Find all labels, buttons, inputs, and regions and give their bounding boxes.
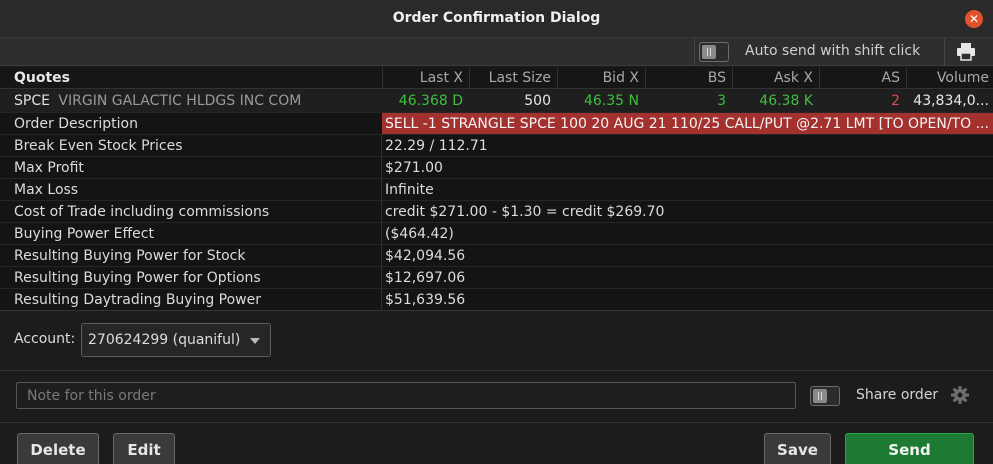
close-icon[interactable]: ✕ — [965, 10, 983, 28]
printer-icon[interactable] — [955, 42, 977, 62]
section-divider — [0, 370, 993, 371]
detail-value: $42,094.56 — [385, 248, 466, 264]
send-button[interactable]: Send — [845, 433, 974, 464]
toolbar-divider — [694, 38, 695, 66]
column-divider — [381, 201, 382, 223]
detail-label: Order Description — [14, 116, 138, 132]
column-divider — [381, 179, 382, 201]
section-divider — [0, 310, 993, 311]
quotes-header: Quotes Last X Last Size Bid X BS Ask X A… — [0, 67, 993, 89]
column-divider — [381, 245, 382, 267]
chevron-down-icon — [250, 338, 260, 344]
detail-label: Resulting Buying Power for Stock — [14, 248, 246, 264]
detail-label: Break Even Stock Prices — [14, 138, 183, 154]
detail-row-order-description: Order Description SELL -1 STRANGLE SPCE … — [0, 112, 993, 135]
col-ask-x[interactable]: Ask X — [732, 67, 819, 89]
detail-label: Max Loss — [14, 182, 79, 198]
detail-value: Infinite — [385, 182, 434, 198]
detail-value: credit $271.00 - $1.30 = credit $269.70 — [385, 204, 665, 220]
order-note-input[interactable] — [16, 382, 796, 409]
detail-value: ($464.42) — [385, 226, 454, 242]
gear-icon[interactable] — [950, 385, 970, 405]
toggle-knob — [813, 389, 827, 403]
detail-label: Cost of Trade including commissions — [14, 204, 270, 220]
quote-row: SPCE VIRGIN GALACTIC HLDGS INC COM 46.36… — [0, 90, 993, 112]
detail-row-break-even: Break Even Stock Prices 22.29 / 112.71 — [0, 134, 993, 157]
detail-row-max-profit: Max Profit $271.00 — [0, 156, 993, 179]
quote-as: 2 — [891, 93, 900, 109]
dialog-title: Order Confirmation Dialog — [392, 10, 601, 26]
col-last-size[interactable]: Last Size — [469, 67, 557, 89]
quote-last-x: 46.368 D — [398, 93, 463, 109]
detail-row-bp-stock: Resulting Buying Power for Stock $42,094… — [0, 244, 993, 267]
auto-send-toggle[interactable] — [699, 42, 729, 62]
column-divider — [381, 135, 382, 157]
detail-row-buying-power-effect: Buying Power Effect ($464.42) — [0, 222, 993, 245]
detail-value: $271.00 — [385, 160, 443, 176]
quote-bs: 3 — [717, 93, 726, 109]
detail-value: $12,697.06 — [385, 270, 466, 286]
title-bar: Order Confirmation Dialog ✕ — [0, 0, 993, 38]
order-description-value: SELL -1 STRANGLE SPCE 100 20 AUG 21 110/… — [382, 113, 993, 135]
quote-bid-x: 46.35 N — [583, 93, 639, 109]
detail-row-daytrading-bp: Resulting Daytrading Buying Power $51,63… — [0, 288, 993, 311]
account-label: Account: — [14, 331, 76, 347]
detail-row-cost-of-trade: Cost of Trade including commissions cred… — [0, 200, 993, 223]
detail-label: Resulting Buying Power for Options — [14, 270, 261, 286]
quote-ask-x: 46.38 K — [759, 93, 813, 109]
share-order-label: Share order — [856, 387, 939, 403]
quote-last-size: 500 — [524, 93, 551, 109]
detail-row-max-loss: Max Loss Infinite — [0, 178, 993, 201]
account-selected-value: 270624299 (quaniful) — [88, 332, 241, 348]
quote-symbol-cell: SPCE VIRGIN GALACTIC HLDGS INC COM — [14, 90, 384, 112]
col-quotes: Quotes — [14, 70, 71, 86]
col-volume[interactable]: Volume — [906, 67, 993, 89]
detail-label: Buying Power Effect — [14, 226, 154, 242]
toggle-knob — [702, 45, 716, 59]
detail-value: 22.29 / 112.71 — [385, 138, 488, 154]
col-as[interactable]: AS — [819, 67, 906, 89]
section-divider — [0, 422, 993, 423]
column-divider — [381, 289, 382, 311]
col-last-x[interactable]: Last X — [382, 67, 469, 89]
column-divider — [381, 157, 382, 179]
quote-volume: 43,834,0... — [913, 93, 989, 109]
detail-row-bp-options: Resulting Buying Power for Options $12,6… — [0, 266, 993, 289]
quote-symbol: SPCE — [14, 93, 50, 109]
column-divider — [381, 267, 382, 289]
edit-button[interactable]: Edit — [113, 433, 175, 464]
col-bs[interactable]: BS — [645, 67, 732, 89]
save-button[interactable]: Save — [764, 433, 831, 464]
detail-label: Resulting Daytrading Buying Power — [14, 292, 262, 308]
share-order-toggle[interactable] — [810, 386, 840, 406]
column-divider — [381, 223, 382, 245]
delete-button[interactable]: Delete — [17, 433, 99, 464]
detail-label: Max Profit — [14, 160, 84, 176]
quote-description: VIRGIN GALACTIC HLDGS INC COM — [58, 93, 302, 109]
account-select[interactable]: 270624299 (quaniful) — [81, 323, 271, 357]
toolbar-divider — [944, 38, 945, 66]
auto-send-label: Auto send with shift click — [745, 43, 921, 59]
detail-value: $51,639.56 — [385, 292, 466, 308]
col-bid-x[interactable]: Bid X — [557, 67, 645, 89]
